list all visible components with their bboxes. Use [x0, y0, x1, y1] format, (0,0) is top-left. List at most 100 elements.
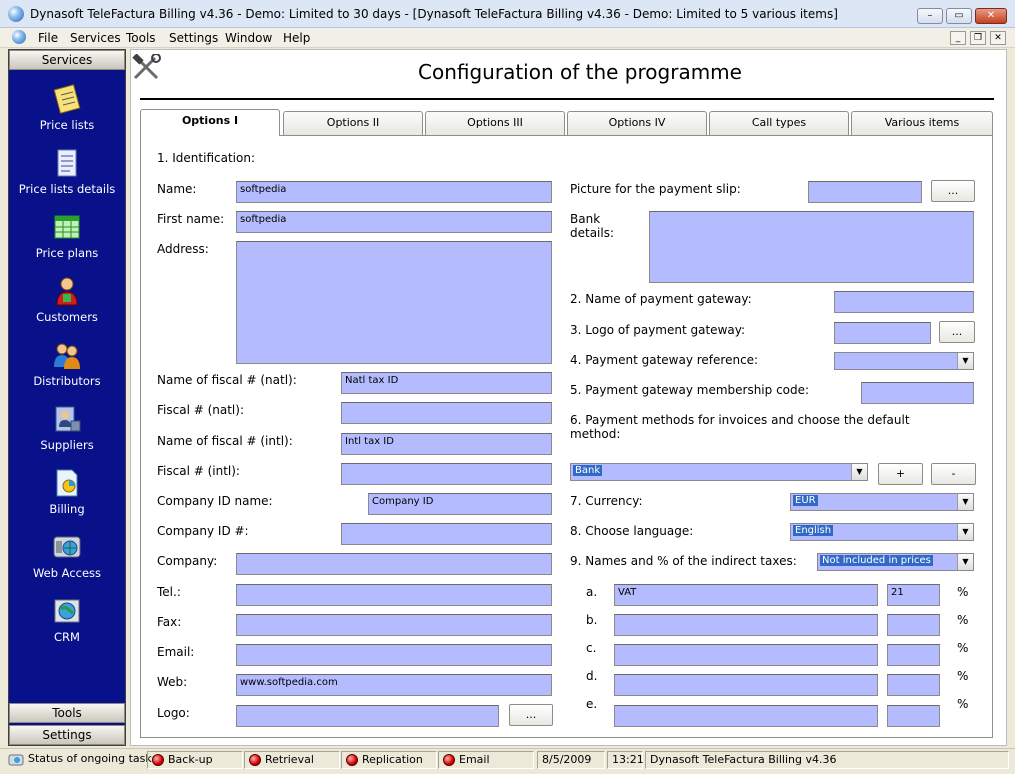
gateway-logo-field[interactable]	[834, 322, 931, 344]
menu-help[interactable]: Help	[283, 31, 310, 45]
email-label: Email:	[157, 645, 195, 659]
sidebar-header-services[interactable]: Services	[9, 50, 125, 70]
tax-percent-field[interactable]	[887, 644, 940, 666]
menu-services[interactable]: Services	[70, 31, 121, 45]
tel-field[interactable]	[236, 584, 552, 606]
minimize-button[interactable]: –	[917, 8, 943, 24]
status-backup[interactable]: Back-up	[147, 751, 243, 769]
fiscal-intl-name-field[interactable]: Intl tax ID	[341, 433, 552, 455]
tel-label: Tel.:	[157, 585, 181, 599]
chevron-down-icon[interactable]: ▼	[851, 464, 867, 480]
fiscal-natl-field[interactable]	[341, 402, 552, 424]
status-email[interactable]: Email	[438, 751, 534, 769]
chevron-down-icon[interactable]: ▼	[957, 353, 973, 369]
name-field[interactable]: softpedia	[236, 181, 552, 203]
sidebar-item-suppliers[interactable]: Suppliers	[9, 403, 125, 461]
address-label: Address:	[157, 242, 209, 256]
tax-name-field[interactable]	[614, 674, 878, 696]
status-replication[interactable]: Replication	[341, 751, 437, 769]
close-button[interactable]: ✕	[975, 8, 1007, 24]
remove-method-button[interactable]: -	[931, 463, 976, 485]
fiscal-natl-name-field[interactable]: Natl tax ID	[341, 372, 552, 394]
sidebar-item-distributors[interactable]: Distributors	[9, 339, 125, 397]
logo-field[interactable]	[236, 705, 499, 727]
sidebar-item-customers[interactable]: Customers	[9, 275, 125, 333]
gateway-name-field[interactable]	[834, 291, 974, 313]
taxes-mode-select[interactable]: Not included in prices ▼	[817, 553, 974, 571]
web-label: Web:	[157, 675, 188, 689]
mdi-close-button[interactable]: ✕	[990, 31, 1006, 45]
sidebar-item-crm[interactable]: CRM	[9, 595, 125, 653]
address-field[interactable]	[236, 241, 552, 364]
menu-settings[interactable]: Settings	[169, 31, 218, 45]
tax-percent-field[interactable]	[887, 705, 940, 727]
menu-app-icon[interactable]	[12, 30, 26, 44]
gateway-name-label: 2. Name of payment gateway:	[570, 292, 752, 306]
sidebar-header-tools[interactable]: Tools	[9, 703, 125, 723]
price-lists-icon	[53, 84, 81, 114]
fax-field[interactable]	[236, 614, 552, 636]
tax-name-field[interactable]	[614, 614, 878, 636]
menu-file[interactable]: File	[38, 31, 58, 45]
web-field[interactable]: www.softpedia.com	[236, 674, 552, 696]
mdi-minimize-button[interactable]: _	[950, 31, 966, 45]
company-id-field[interactable]	[341, 523, 552, 545]
sidebar-item-web-access[interactable]: Web Access	[9, 531, 125, 589]
tax-percent-field[interactable]: 21	[887, 584, 940, 606]
window-title: Dynasoft TeleFactura Billing v4.36 - Dem…	[30, 7, 838, 21]
tax-row-letter: e.	[586, 697, 598, 711]
tab-call-types[interactable]: Call types	[709, 111, 849, 136]
chevron-down-icon[interactable]: ▼	[957, 554, 973, 570]
picture-field[interactable]	[808, 181, 922, 203]
company-field[interactable]	[236, 553, 552, 575]
first-name-field[interactable]: softpedia	[236, 211, 552, 233]
gateway-code-field[interactable]	[861, 382, 974, 404]
tax-percent-field[interactable]	[887, 674, 940, 696]
fiscal-intl-field[interactable]	[341, 463, 552, 485]
fiscal-natl-name-label: Name of fiscal # (natl):	[157, 373, 297, 387]
email-status-icon	[443, 754, 455, 766]
payment-methods-label: 6. Payment methods for invoices and choo…	[570, 413, 910, 427]
chevron-down-icon[interactable]: ▼	[957, 494, 973, 510]
tax-percent-field[interactable]	[887, 614, 940, 636]
replication-status-icon	[346, 754, 358, 766]
tax-row-letter: b.	[586, 613, 598, 627]
chevron-down-icon[interactable]: ▼	[957, 524, 973, 540]
tab-options-iii[interactable]: Options III	[425, 111, 565, 136]
tax-row-letter: d.	[586, 669, 598, 683]
currency-select[interactable]: EUR ▼	[790, 493, 974, 511]
sidebar-item-billing[interactable]: Billing	[9, 467, 125, 525]
email-field[interactable]	[236, 644, 552, 666]
tab-options-iv[interactable]: Options IV	[567, 111, 707, 136]
retrieval-status-icon	[249, 754, 261, 766]
tax-name-field[interactable]	[614, 705, 878, 727]
sidebar-header-settings[interactable]: Settings	[9, 725, 125, 745]
tab-various-items[interactable]: Various items	[851, 111, 993, 136]
tax-name-field[interactable]	[614, 644, 878, 666]
sidebar-item-price-lists-details[interactable]: Price lists details	[9, 147, 125, 205]
sidebar-item-price-lists[interactable]: Price lists	[9, 83, 125, 141]
mdi-restore-button[interactable]: ❐	[970, 31, 986, 45]
tab-options-i[interactable]: Options I	[140, 109, 280, 136]
maximize-button[interactable]: ▭	[946, 8, 972, 24]
language-select[interactable]: English ▼	[790, 523, 974, 541]
gateway-logo-browse-button[interactable]: ...	[939, 321, 975, 343]
bank-details-field[interactable]	[649, 211, 974, 283]
sidebar-item-label: Price lists	[39, 118, 95, 132]
picture-browse-button[interactable]: ...	[931, 180, 975, 202]
sidebar-item-label: Price plans	[35, 246, 99, 260]
logo-label: Logo:	[157, 706, 190, 720]
payment-method-select[interactable]: Bank ▼	[570, 463, 868, 481]
gateway-reference-select[interactable]: ▼	[834, 352, 974, 370]
menu-tools[interactable]: Tools	[126, 31, 156, 45]
status-retrieval[interactable]: Retrieval	[244, 751, 340, 769]
tax-name-field[interactable]: VAT	[614, 584, 878, 606]
company-id-name-field[interactable]: Company ID	[368, 493, 552, 515]
bank-label: Bank	[570, 212, 601, 226]
tab-options-ii[interactable]: Options II	[283, 111, 423, 136]
menu-window[interactable]: Window	[225, 31, 272, 45]
sidebar-item-price-plans[interactable]: Price plans	[9, 211, 125, 269]
add-method-button[interactable]: +	[878, 463, 923, 485]
status-tasks-label: Status of ongoing tasks:	[28, 752, 162, 765]
logo-browse-button[interactable]: ...	[509, 704, 553, 726]
